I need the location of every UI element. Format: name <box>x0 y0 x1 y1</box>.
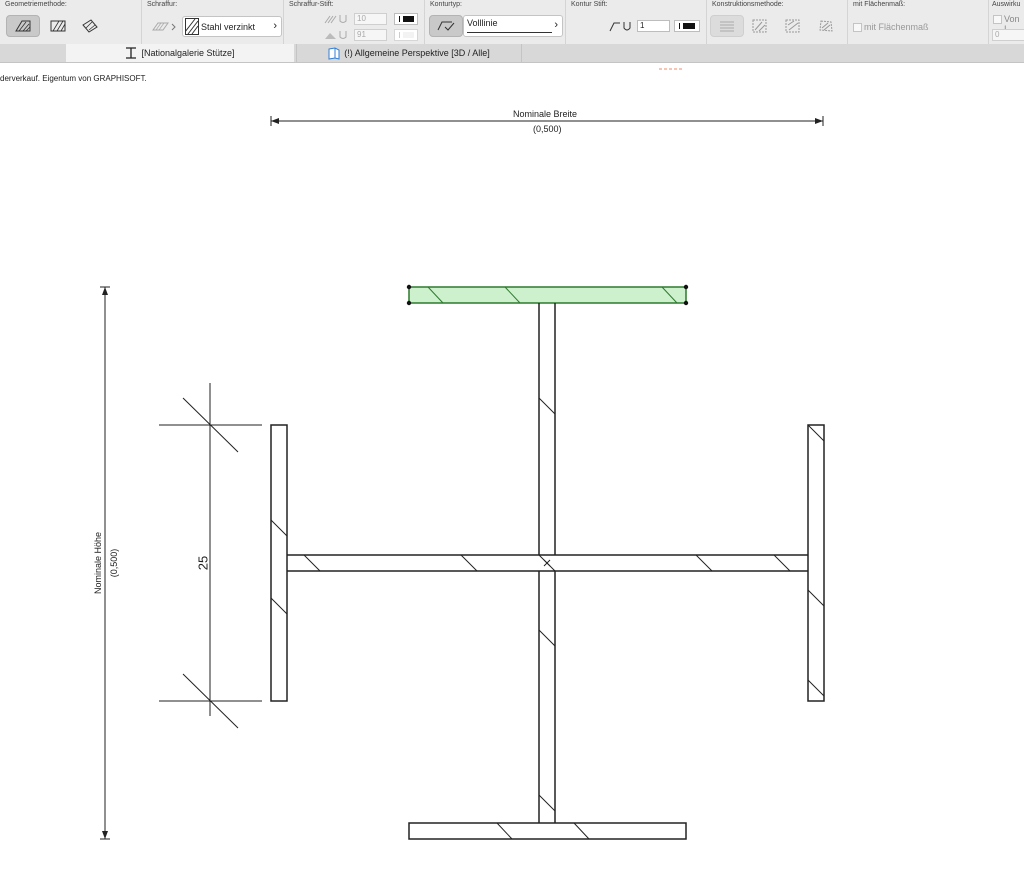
hatch-label: Schraffur: <box>147 1 178 8</box>
bottom-flange[interactable] <box>408 822 687 840</box>
hatch-dropdown-value: Stahl verzinkt <box>201 22 256 32</box>
construction-rotated-hatch-button[interactable] <box>777 15 809 37</box>
column-profile-icon <box>125 47 137 59</box>
area-checkbox-label: mit Flächenmaß <box>864 22 929 32</box>
drawing-canvas[interactable] <box>0 62 1024 882</box>
rotated-hatch-icon <box>785 19 800 33</box>
chevron-right-icon: › <box>554 19 558 31</box>
contour-pen-section: Kontur Stift: 1 <box>566 0 707 44</box>
geometry-method-section: Geometriemethode: <box>0 0 142 44</box>
geometry-method-label: Geometriemethode: <box>5 1 67 8</box>
hatch-pen-bg-swatch[interactable] <box>394 29 418 41</box>
geometry-rotated-button[interactable] <box>74 15 106 37</box>
contour-pen-icon <box>609 22 631 32</box>
hatch-pen-section: Schraffur-Stift: 10 91 <box>284 0 425 44</box>
hatch-dropdown[interactable]: Stahl verzinkt › <box>182 16 282 37</box>
hatch-pen-bg-input[interactable]: 91 <box>354 29 387 41</box>
hatch-pen-fg-input[interactable]: 10 <box>354 13 387 25</box>
left-flange[interactable] <box>270 424 288 702</box>
rectangle-hatch-icon <box>50 20 66 32</box>
selection-handle[interactable] <box>406 300 412 306</box>
top-flange-selected[interactable] <box>406 284 689 306</box>
tab-nationalgalerie-stuetze[interactable]: [Nationalgalerie Stütze] <box>66 44 294 62</box>
geometry-polygon-button[interactable] <box>6 15 40 37</box>
effect-input[interactable]: 0 <box>992 29 1024 41</box>
steel-hatch-icon <box>185 18 199 35</box>
width-dimension-value: (0,500) <box>533 124 562 134</box>
hatch-pen-label: Schraffur-Stift: <box>289 1 334 8</box>
contour-type-label: Konturtyp: <box>430 1 462 8</box>
contour-check-icon <box>437 21 455 31</box>
view-tab-bar: [Nationalgalerie Stütze] (!) Allgemeine … <box>0 44 1024 63</box>
contour-pen-label: Kontur Stift: <box>571 1 608 8</box>
solid-line-preview <box>467 32 552 33</box>
polygon-hatch-icon <box>15 20 31 32</box>
contour-type-section: Konturtyp: Volllinie › <box>425 0 566 44</box>
foreground-pen-icon <box>324 15 347 24</box>
info-box: Geometriemethode: Schraffur: Stahl verzi… <box>0 0 1024 45</box>
effect-section: Auswirku Von I 0 <box>989 0 1024 44</box>
right-flange[interactable] <box>807 424 825 702</box>
free-hatch-icon <box>819 20 833 32</box>
chevron-right-icon: › <box>273 20 277 32</box>
width-dimension-title: Nominale Breite <box>513 109 578 119</box>
contour-type-button[interactable] <box>429 15 463 37</box>
tab-label: (!) Allgemeine Perspektive [3D / Alle] <box>344 48 490 58</box>
area-section: mit Flächenmaß: mit Flächenmaß <box>848 0 989 44</box>
origin-marker <box>543 559 551 567</box>
lines-icon <box>720 21 734 32</box>
construction-method-label: Konstruktionsmethode: <box>712 1 784 8</box>
effect-checkbox[interactable] <box>993 15 1002 24</box>
contour-pen-swatch[interactable] <box>674 20 700 32</box>
tab-perspective-3d[interactable]: (!) Allgemeine Perspektive [3D / Alle] <box>296 44 522 62</box>
offset-dimension[interactable] <box>159 383 262 729</box>
construction-solid-button[interactable] <box>710 15 744 37</box>
construction-method-section: Konstruktionsmethode: <box>707 0 848 44</box>
construction-hatch-button[interactable] <box>744 15 776 37</box>
rotated-rectangle-icon <box>82 19 98 33</box>
effect-label: Auswirku <box>992 1 1021 8</box>
selection-handle[interactable] <box>683 300 689 306</box>
hatch-type-icon <box>152 22 176 31</box>
height-dimension-title: Nominale Höhe <box>93 531 103 595</box>
contour-type-value: Volllinie <box>467 18 498 28</box>
3d-window-icon <box>328 46 340 60</box>
selection-handle[interactable] <box>683 284 689 290</box>
contour-pen-input[interactable]: 1 <box>637 20 670 32</box>
hatch-pen-fg-swatch[interactable] <box>394 13 418 25</box>
hatch-type-button[interactable] <box>146 16 182 38</box>
hatch-section: Schraffur: Stahl verzinkt › <box>142 0 284 44</box>
height-dimension-value: (0,500) <box>109 548 119 578</box>
area-checkbox[interactable] <box>853 23 862 32</box>
tab-label: [Nationalgalerie Stütze] <box>141 48 235 58</box>
contour-type-dropdown[interactable]: Volllinie › <box>463 15 563 37</box>
offset-dimension-value: 25 <box>195 555 211 571</box>
background-pen-icon <box>325 31 347 39</box>
area-label: mit Flächenmaß: <box>853 1 906 8</box>
construction-free-button[interactable] <box>810 15 842 37</box>
geometry-rectangle-button[interactable] <box>42 15 74 37</box>
selection-handle[interactable] <box>406 284 412 290</box>
dotted-hatch-icon <box>752 19 767 33</box>
